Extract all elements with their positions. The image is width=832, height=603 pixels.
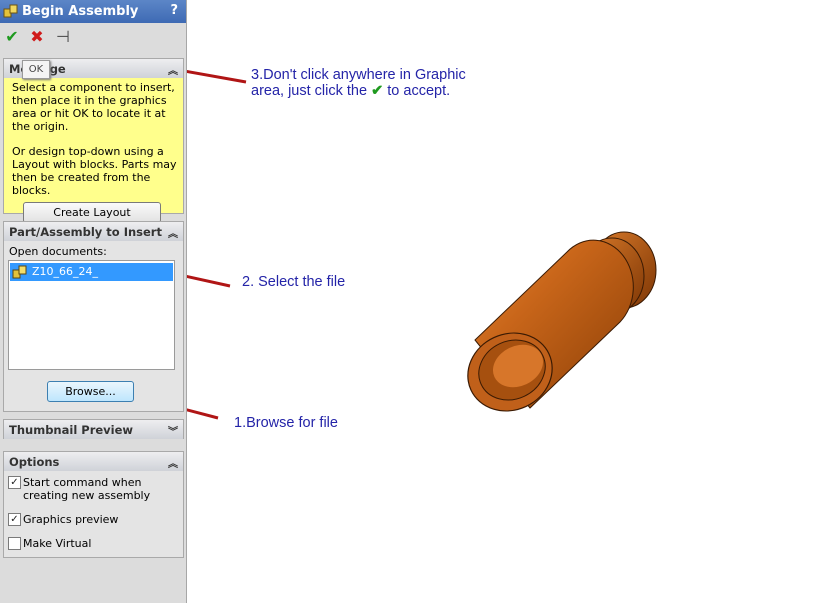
panel-title-bar: Begin Assembly ? <box>0 0 186 23</box>
thumbnail-header-label: Thumbnail Preview <box>9 423 134 437</box>
create-layout-button[interactable]: Create Layout <box>23 202 161 223</box>
open-documents-list[interactable]: Z10_66_24_ <box>8 260 175 370</box>
step3-annotation: 3.Don't click anywhere in Graphic area, … <box>251 67 466 99</box>
make-virtual-option[interactable]: Make Virtual <box>8 537 178 551</box>
checkmark-icon: ✔ <box>371 83 384 99</box>
step3-line2: area, just click the ✔ to accept. <box>251 83 466 99</box>
assembly-icon <box>3 4 18 18</box>
options-group-header[interactable]: Options ︽ <box>4 452 183 471</box>
start-command-option[interactable]: ✓ Start command when creating new assemb… <box>8 476 178 504</box>
message-group: Message ︽ Select a component to insert, … <box>3 58 184 223</box>
browse-button[interactable]: Browse... <box>47 381 134 402</box>
start-command-checkbox[interactable]: ✓ <box>8 476 21 489</box>
message-text-1: Select a component to insert, then place… <box>12 81 175 133</box>
part-assembly-insert-group: Part/Assembly to Insert ︽ Open documents… <box>3 221 184 412</box>
step3-line2a: area, just click the <box>251 83 368 99</box>
make-virtual-checkbox[interactable] <box>8 537 21 550</box>
insert-group-header[interactable]: Part/Assembly to Insert ︽ <box>4 222 183 241</box>
help-icon[interactable]: ? <box>170 3 178 18</box>
ok-checkmark-icon[interactable]: ✔ <box>3 28 21 46</box>
step3-line2b: to accept. <box>387 83 451 99</box>
message-text-2: Or design top-down using a Layout with b… <box>12 145 177 197</box>
step2-annotation: 2. Select the file <box>242 274 346 290</box>
step3-line1: 3.Don't click anywhere in Graphic <box>251 67 466 83</box>
collapse-chevron-icon[interactable]: ︽ <box>168 455 178 470</box>
graphics-preview-option[interactable]: ✓ Graphics preview <box>8 513 178 527</box>
collapse-chevron-icon[interactable]: ︽ <box>168 62 178 77</box>
thumbnail-group-header[interactable]: Thumbnail Preview ︾ <box>4 420 183 439</box>
cancel-x-icon[interactable]: ✖ <box>28 28 46 46</box>
start-command-label: Start command when creating new assembly <box>23 476 151 502</box>
pin-icon[interactable]: ⊣ <box>54 28 72 46</box>
insert-header-label: Part/Assembly to Insert <box>9 225 162 239</box>
options-group: Options ︽ ✓ Start command when creating … <box>3 451 184 558</box>
open-documents-label: Open documents: <box>9 245 107 258</box>
panel-title: Begin Assembly <box>22 4 139 19</box>
arrow-to-file <box>187 274 231 288</box>
expand-chevron-icon[interactable]: ︾ <box>168 423 178 438</box>
collapse-chevron-icon[interactable]: ︽ <box>168 225 178 240</box>
options-header-label: Options <box>9 455 60 469</box>
graphics-preview-label: Graphics preview <box>23 513 119 526</box>
graphics-preview-checkbox[interactable]: ✓ <box>8 513 21 526</box>
thumbnail-preview-group: Thumbnail Preview ︾ <box>3 419 184 439</box>
document-name: Z10_66_24_ <box>32 265 99 278</box>
arrow-to-ok <box>187 69 247 84</box>
assembly-file-icon <box>12 265 27 279</box>
arrow-to-browse <box>187 408 219 420</box>
ok-tooltip: OK <box>22 60 50 79</box>
message-body: Select a component to insert, then place… <box>4 78 183 223</box>
step1-annotation: 1.Browse for file <box>234 415 338 431</box>
make-virtual-label: Make Virtual <box>23 537 92 550</box>
list-item[interactable]: Z10_66_24_ <box>10 263 173 281</box>
property-manager-panel: Begin Assembly ? ✔ ✖ ⊣ Message ︽ Select … <box>0 0 187 603</box>
